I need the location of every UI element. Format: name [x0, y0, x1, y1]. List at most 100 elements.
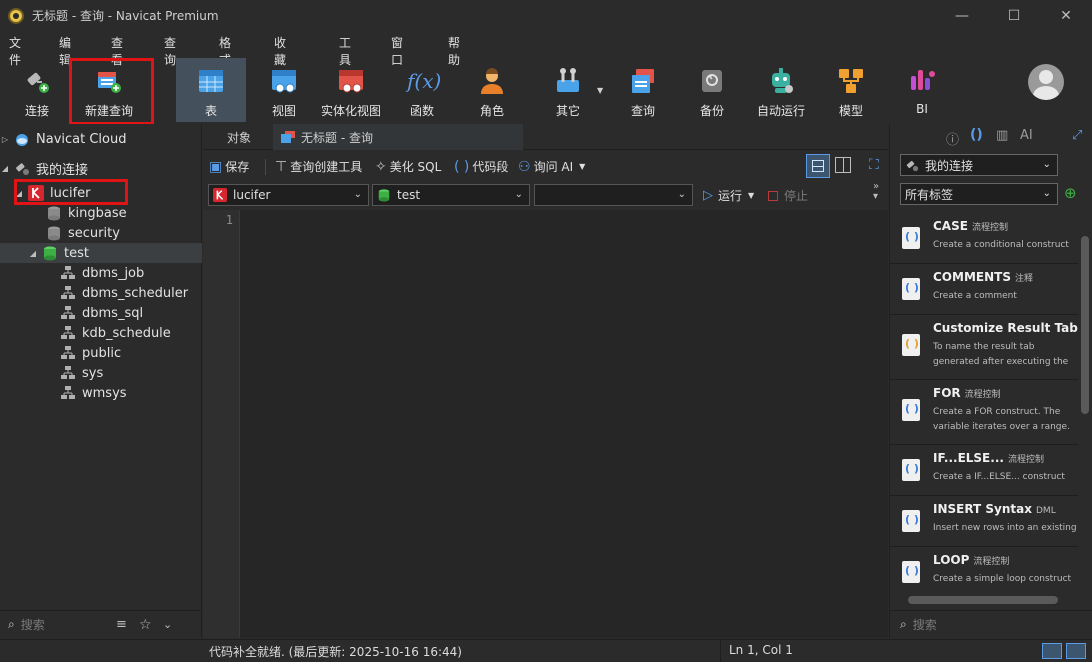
tree-schema-dbms-scheduler[interactable]: dbms_scheduler	[0, 283, 202, 303]
connection-group-select[interactable]: 我的连接 ⌄	[900, 154, 1058, 176]
minimize-button[interactable]: —	[936, 0, 988, 31]
panel-layout-right-icon[interactable]	[1066, 643, 1086, 659]
builder-label: 查询创建工具	[290, 160, 363, 174]
fullscreen-icon[interactable]: ⛶	[869, 157, 879, 173]
snippet-item[interactable]: ( ) LOOP 流程控制 Create a simple loop constr…	[890, 548, 1078, 594]
tree-schema-kdb-schedule[interactable]: kdb_schedule	[0, 323, 202, 343]
expand-icon[interactable]: ▷	[0, 135, 10, 144]
maximize-button[interactable]: ☐	[988, 0, 1040, 31]
ask-ai-button[interactable]: ⚇ 询问 AI ▼	[518, 158, 585, 175]
table-button[interactable]: 表	[176, 58, 246, 122]
database-select[interactable]: test ⌄	[372, 184, 530, 206]
tab-objects[interactable]: 对象	[227, 124, 267, 150]
tree-my-connections[interactable]: ◢ 我的连接	[0, 158, 202, 178]
navigation-search[interactable]: ⌕ 搜索 ≡ ☆ ⌄	[0, 610, 202, 638]
collapse-icon[interactable]: ◢	[0, 164, 10, 173]
tag-select[interactable]: 所有标签 ⌄	[900, 183, 1058, 205]
star-icon[interactable]: ☆	[139, 617, 152, 633]
connection-group-value: 我的连接	[925, 158, 974, 173]
run-button[interactable]: ▷ 运行 ▼	[703, 187, 754, 204]
function-button[interactable]: f(x) 函数	[402, 58, 442, 122]
view-button[interactable]: 视图	[264, 58, 304, 122]
automation-button[interactable]: 自动运行	[756, 58, 806, 122]
stop-icon	[768, 190, 778, 201]
database-icon	[46, 225, 62, 241]
tree-db-security[interactable]: security	[0, 223, 202, 243]
backup-label: 备份	[699, 104, 724, 118]
scrollbar-thumb[interactable]	[1081, 236, 1089, 414]
view-icon	[269, 66, 299, 96]
expand-pane-icon[interactable]: ⤢	[1072, 128, 1082, 143]
bi-button[interactable]: BI	[902, 58, 942, 122]
query-button[interactable]: 查询	[623, 58, 663, 122]
more-icon[interactable]: » ▾	[873, 182, 879, 202]
ask-ai-label: 询问 AI	[533, 160, 574, 174]
snippet-item[interactable]: ( ) IF...ELSE... 流程控制 Create a IF...ELSE.…	[890, 446, 1078, 496]
dropdown-arrow-icon[interactable]: ▼	[748, 191, 754, 200]
add-snippet-icon[interactable]: ⊕	[1064, 184, 1077, 202]
code-snippet-icon[interactable]: ()	[970, 127, 983, 143]
user-avatar[interactable]	[1028, 64, 1064, 100]
filter-icon[interactable]: ≡	[116, 617, 127, 632]
tag-select-value: 所有标签	[905, 187, 954, 202]
materialized-view-icon	[336, 66, 366, 96]
new-query-button[interactable]: 新建查询	[78, 58, 140, 122]
snippet-button[interactable]: ( ) 代码段	[454, 158, 508, 175]
connection-select[interactable]: lucifer ⌄	[208, 184, 369, 206]
connect-button[interactable]: 连接	[14, 58, 60, 122]
save-button[interactable]: ▣ 保存	[209, 158, 249, 175]
snippet-icon: ( )	[902, 561, 920, 583]
model-button[interactable]: 模型	[831, 58, 871, 122]
tree-schema-sys[interactable]: sys	[0, 363, 202, 383]
backup-button[interactable]: 备份	[692, 58, 732, 122]
snippet-item[interactable]: ( ) COMMENTS 注释 Create a comment	[890, 265, 1078, 315]
tree-navicat-cloud[interactable]: ▷ Navicat Cloud	[0, 129, 202, 149]
snippet-icon: ( )	[902, 399, 920, 421]
snippet-search[interactable]: ⌕ 搜索	[890, 610, 1092, 638]
materialized-view-button[interactable]: 实体化视图	[319, 58, 383, 122]
tree-schema-wmsys[interactable]: wmsys	[0, 383, 202, 403]
snippet-icon: ( )	[902, 459, 920, 481]
stop-button[interactable]: 停止	[768, 187, 808, 204]
snippet-title: INSERT Syntax	[933, 502, 1032, 516]
snippet-description: To name the result tab generated after e…	[933, 342, 1069, 367]
snippet-item[interactable]: ( ) FOR 流程控制 Create a FOR construct. The …	[890, 381, 1078, 445]
query-icon	[628, 66, 658, 96]
template-icon[interactable]: ▥	[996, 128, 1008, 143]
user-icon	[477, 66, 507, 96]
view-label: 视图	[271, 104, 296, 118]
collapse-all-icon[interactable]: ⌄	[163, 618, 172, 631]
database-icon	[46, 205, 62, 221]
layout-split-vertical-icon[interactable]	[835, 157, 851, 173]
tree-db-kingbase[interactable]: kingbase	[0, 203, 202, 223]
layout-split-horizontal-icon[interactable]	[806, 154, 830, 178]
collapse-icon[interactable]: ◢	[14, 189, 24, 198]
snippet-vertical-scrollbar[interactable]	[1081, 218, 1089, 598]
tree-connection-lucifer[interactable]: ◢ lucifer	[0, 183, 202, 203]
sql-editor[interactable]: 1	[203, 210, 888, 638]
tree-schema-dbms-sql[interactable]: dbms_sql	[0, 303, 202, 323]
snippet-item[interactable]: ( ) CASE 流程控制 Create a conditional constr…	[890, 214, 1078, 264]
beautify-sql-button[interactable]: ✧ 美化 SQL	[375, 158, 441, 175]
search-input[interactable]: 搜索	[21, 616, 45, 633]
snippet-item[interactable]: ( ) INSERT Syntax DML Insert new rows int…	[890, 497, 1078, 547]
close-button[interactable]: ✕	[1040, 0, 1092, 31]
schema-select[interactable]: ⌄	[534, 184, 693, 206]
tab-query[interactable]: 无标题 - 查询	[273, 124, 523, 150]
info-icon[interactable]: ⓘ	[946, 129, 959, 148]
query-builder-button[interactable]: ⊤ 查询创建工具	[275, 158, 362, 175]
panel-layout-left-icon[interactable]	[1042, 643, 1062, 659]
other-button[interactable]: 其它	[548, 58, 588, 122]
other-dropdown-icon[interactable]: ▼	[597, 86, 603, 95]
snippet-item[interactable]: ( ) Customize Result Tab To name the res…	[890, 316, 1078, 380]
tree-db-test[interactable]: ◢ test	[0, 243, 202, 263]
snippet-horizontal-scrollbar[interactable]	[908, 596, 1058, 604]
tree-schema-public[interactable]: public	[0, 343, 202, 363]
ai-assistant-icon[interactable]: AI	[1020, 128, 1033, 143]
collapse-icon[interactable]: ◢	[28, 249, 38, 258]
tree-schema-dbms-job[interactable]: dbms_job	[0, 263, 202, 283]
tree-label: lucifer	[50, 185, 91, 201]
snippet-search-input[interactable]: 搜索	[913, 616, 937, 633]
new-query-icon	[94, 66, 124, 96]
role-button[interactable]: 角色	[472, 58, 512, 122]
